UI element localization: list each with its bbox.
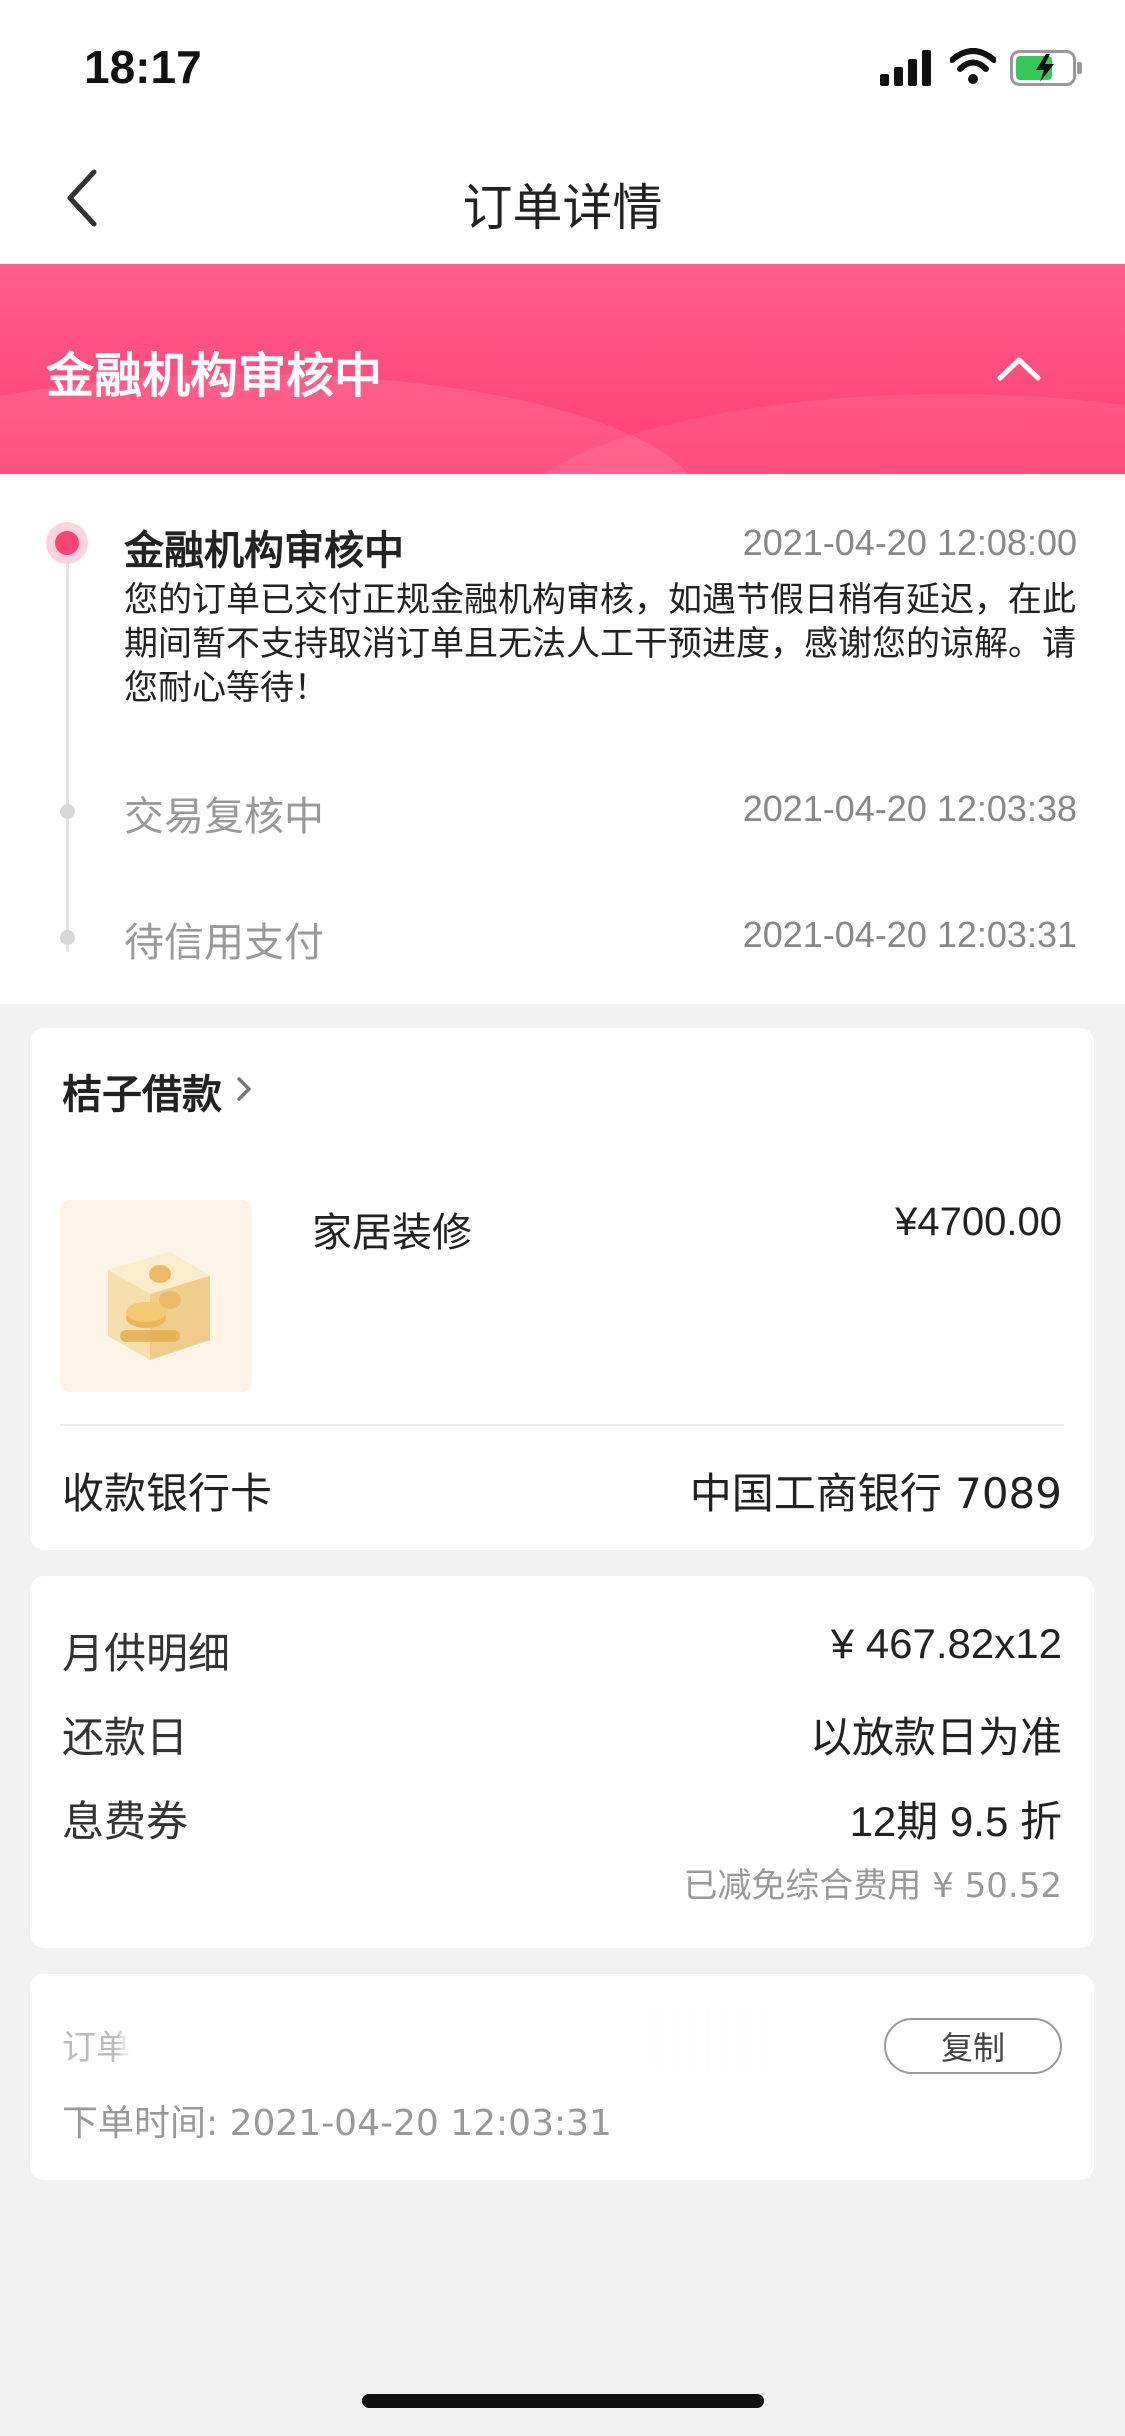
product-thumbnail <box>60 1200 252 1392</box>
chevron-up-icon[interactable] <box>996 354 1042 384</box>
timeline-dot <box>60 804 75 819</box>
coupon-value: 12期 9.5 折 <box>849 1798 1062 1845</box>
timeline-step-desc: 您的订单已交付正规金融机构审核，如遇节假日稍有延迟，在此期间暂不支持取消订单且无… <box>124 580 1076 708</box>
timeline-step-title: 待信用支付 <box>124 920 324 966</box>
banner-title: 金融机构审核中 <box>46 348 383 404</box>
product-card: 桔子借款 家居装修 ¥4700.00 收款银行卡 中国工商银行 7089 <box>30 1028 1094 1550</box>
home-indicator[interactable] <box>362 2394 764 2408</box>
cellular-signal-icon <box>880 50 931 86</box>
bank-card-value: 中国工商银行 7089 <box>689 1469 1062 1518</box>
page-title: 订单详情 <box>462 179 663 237</box>
battery-icon <box>1010 50 1082 86</box>
monthly-payment-value: ¥ 467.82x12 <box>830 1620 1062 1667</box>
timeline-dot <box>60 930 75 945</box>
status-banner[interactable]: 金融机构审核中 <box>0 264 1125 474</box>
coin-box-icon <box>108 1252 210 1360</box>
bank-card-label: 收款银行卡 <box>62 1469 273 1518</box>
product-price: ¥4700.00 <box>895 1200 1062 1244</box>
timeline-step-time: 2021-04-20 12:03:31 <box>742 914 1077 955</box>
progress-timeline: 金融机构审核中 2021-04-20 12:08:00 您的订单已交付正规金融机… <box>0 474 1125 1004</box>
due-date-value: 以放款日为准 <box>809 1714 1062 1761</box>
order-time: 下单时间: 2021-04-20 12:03:31 <box>62 2103 612 2144</box>
wifi-icon <box>950 48 996 84</box>
timeline-step-title: 金融机构审核中 <box>124 528 404 574</box>
status-time: 18:17 <box>84 41 202 93</box>
copy-button[interactable]: 复制 <box>884 2018 1062 2074</box>
repayment-card: 月供明细 ¥ 467.82x12 还款日 以放款日为准 息费券 12期 9.5 … <box>30 1576 1094 1948</box>
coupon-savings-note: 已减免综合费用 ¥ 50.52 <box>683 1866 1062 1906</box>
timeline-step-time: 2021-04-20 12:08:00 <box>742 522 1077 563</box>
timeline-step-time: 2021-04-20 12:03:38 <box>742 788 1077 829</box>
divider <box>60 1424 1064 1426</box>
merchant-name[interactable]: 桔子借款 <box>62 1062 222 1120</box>
due-date-label: 还款日 <box>62 1713 189 1762</box>
nav-bar: 订单详情 <box>0 132 1125 264</box>
timeline-dot-active <box>46 522 88 564</box>
order-info-card: 订单 复制 下单时间: 2021-04-20 12:03:31 <box>30 1974 1094 2180</box>
coupon-label: 息费券 <box>62 1797 189 1846</box>
status-bar: 18:17 <box>0 0 1125 132</box>
order-number-redacted <box>120 2004 780 2074</box>
timeline-step-title: 交易复核中 <box>124 794 324 840</box>
chevron-right-icon[interactable] <box>234 1074 254 1104</box>
monthly-payment-label: 月供明细 <box>62 1629 231 1678</box>
product-name: 家居装修 <box>312 1210 472 1256</box>
timeline-line <box>66 542 69 952</box>
